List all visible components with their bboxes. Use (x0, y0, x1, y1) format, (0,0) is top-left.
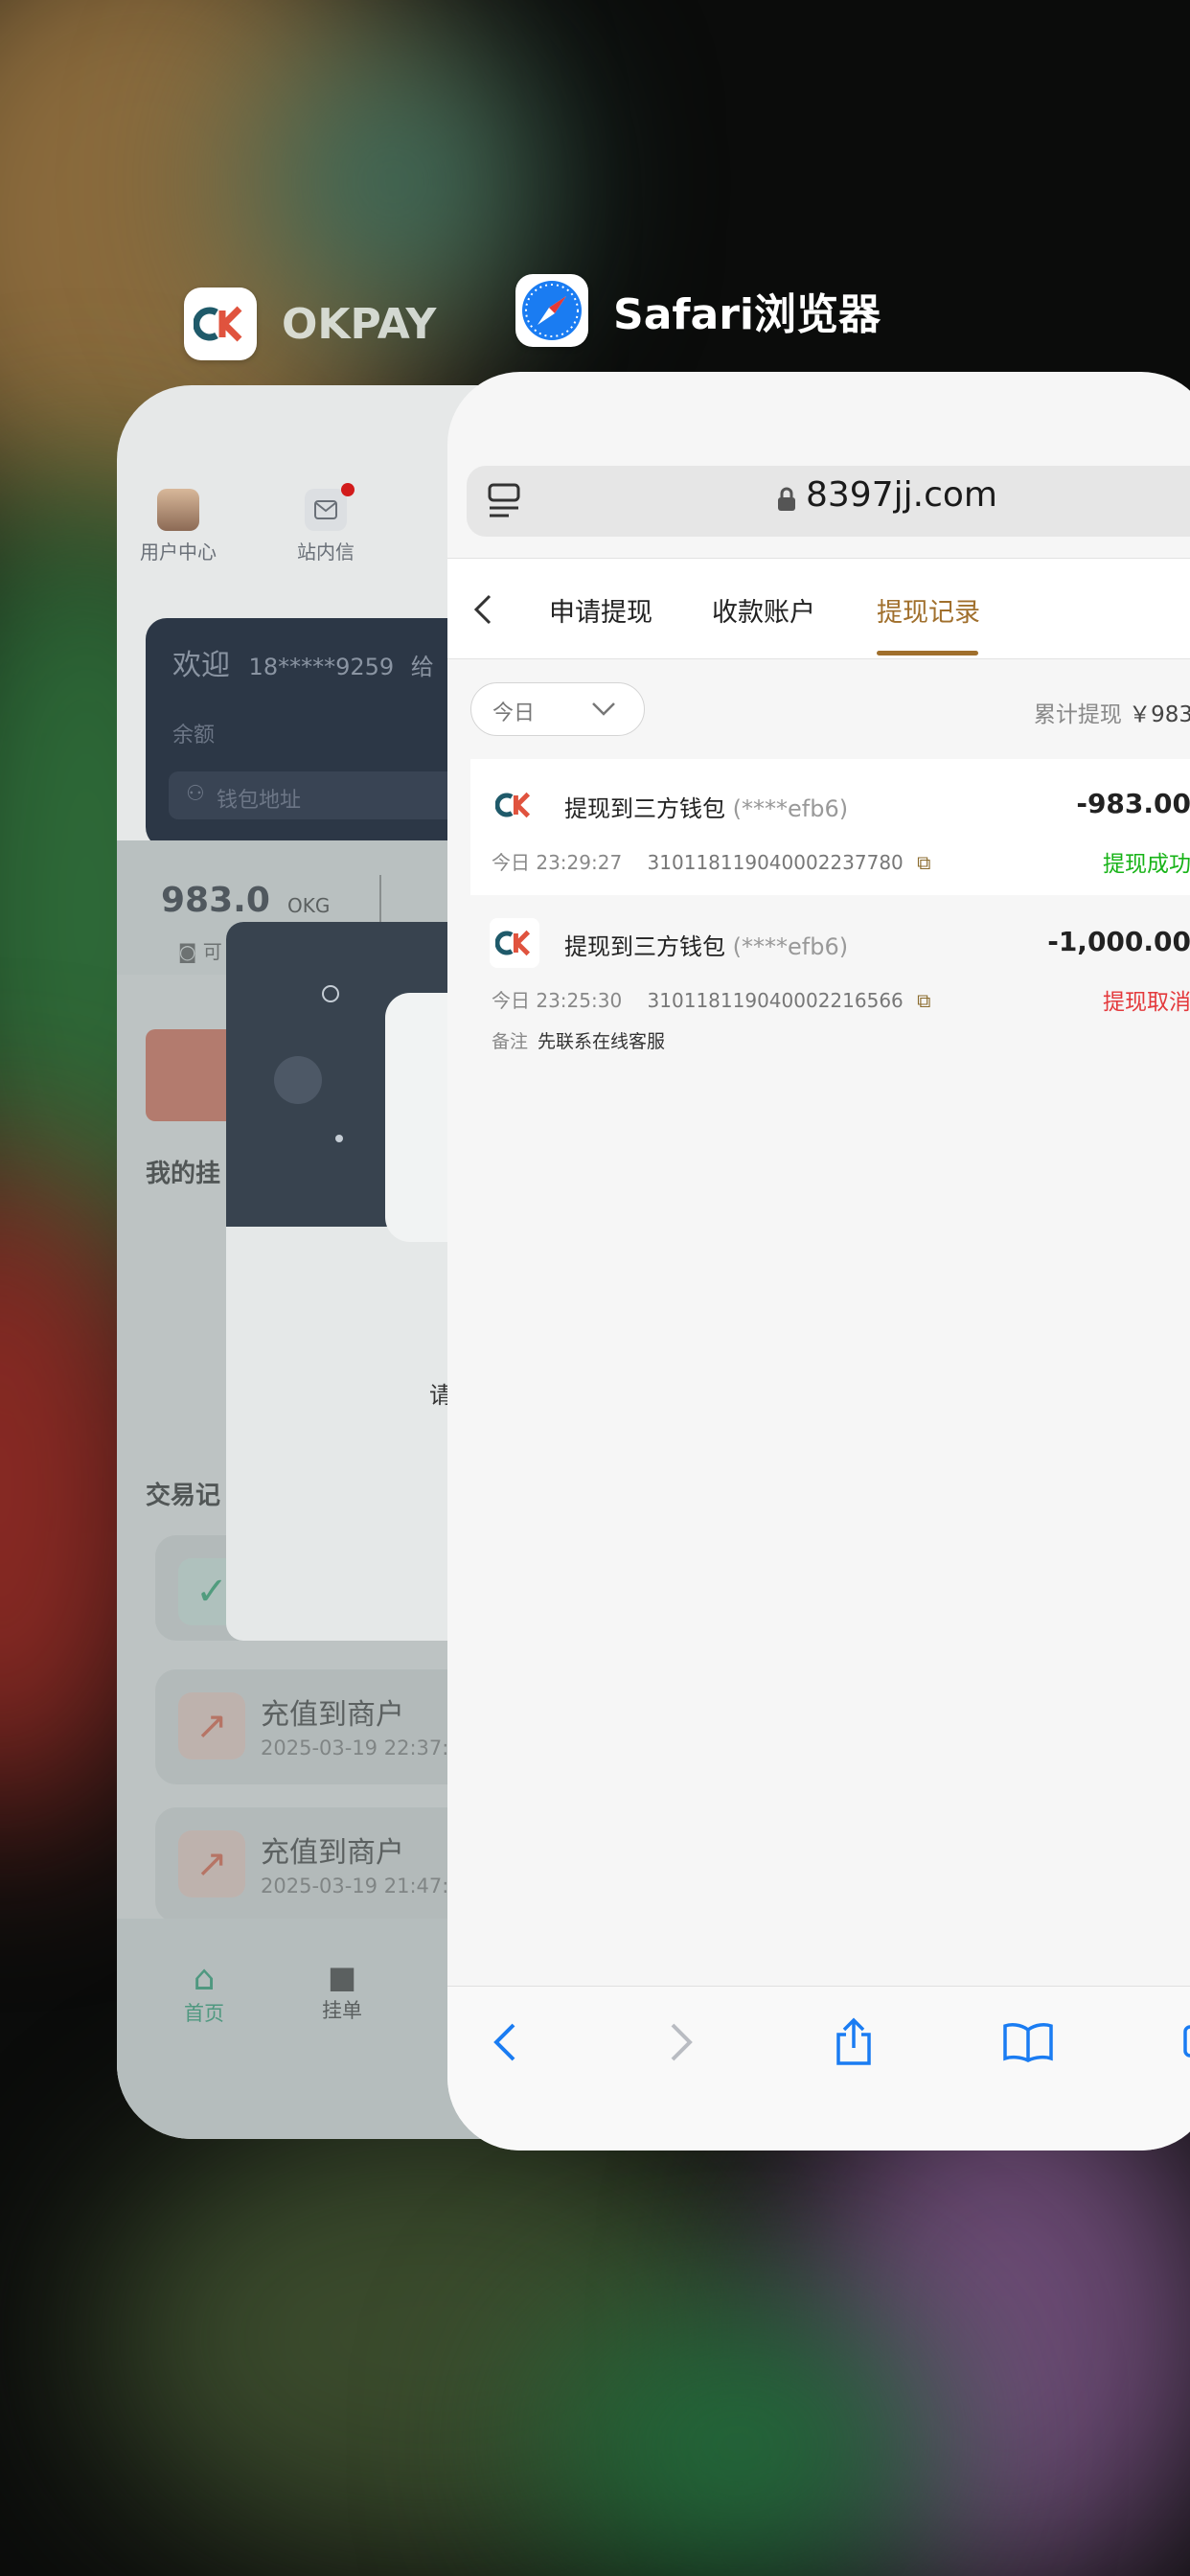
withdraw-record[interactable]: 提现到三方钱包 (****efb6) -983.00 今日 23:29:27 3… (470, 759, 1190, 895)
okpay-logo-icon (184, 288, 257, 360)
total-withdrawn: 累计提现 ￥983.0 (1034, 696, 1190, 728)
phone-number: 18*****9259 (248, 654, 395, 680)
tab-apply-withdraw[interactable]: 申请提现 (549, 591, 652, 629)
wallet-suffix: (****efb6) (732, 795, 849, 822)
total-amount: ￥983.0 (1129, 702, 1190, 727)
tabs-button[interactable] (1168, 2013, 1190, 2071)
avatar (157, 489, 199, 531)
person-icon: ⚇ (186, 782, 205, 806)
copy-icon[interactable]: ⧉ (917, 989, 930, 1012)
wallet-suffix: (****efb6) (732, 933, 849, 960)
active-tab-indicator (877, 651, 978, 656)
welcome-text: 欢迎 (172, 649, 230, 682)
withdraw-record[interactable]: 提现到三方钱包 (****efb6) -1,000.00 今日 23:25:30… (470, 897, 1190, 1052)
url-text: 8397jj.com (806, 475, 997, 515)
back-button[interactable] (476, 2013, 534, 2071)
lock-icon (777, 487, 796, 516)
order-id: 31011811904000221656​6 (647, 989, 904, 1012)
address-bar[interactable]: 8397jj.com (467, 466, 1190, 537)
safari-app-card[interactable]: 8397jj.com 申请提现 收款账户 提现记录 今日 累计提现 ￥983.0… (447, 372, 1190, 2150)
okpay-logo-icon (490, 918, 539, 968)
back-chevron-icon[interactable] (472, 593, 493, 630)
date-filter-select[interactable]: 今日 (470, 682, 645, 736)
order-id: 31011811904000223778​0 (647, 851, 904, 874)
safari-app-name: Safari浏览器 (613, 290, 881, 339)
mail-icon (305, 483, 355, 531)
record-title: 提现到三方钱包 (564, 933, 725, 960)
record-remark: 备注 先联系在线客服 (492, 1031, 666, 1052)
safari-toolbar (447, 1986, 1190, 2150)
page-tab-bar: 申请提现 收款账户 提现记录 (447, 558, 1190, 659)
status-badge: 提现成功 (1103, 852, 1190, 877)
copy-icon[interactable]: ⧉ (917, 851, 930, 874)
notification-dot (341, 483, 355, 496)
forward-button[interactable] (652, 2013, 710, 2071)
record-time: 今日 23:29:27 (492, 851, 623, 874)
status-badge: 提现取消 (1103, 990, 1190, 1015)
tab-withdraw-records[interactable]: 提现记录 (877, 591, 980, 629)
record-amount: -983.00 (1076, 788, 1190, 819)
record-amount: -1,000.00 (1047, 926, 1190, 957)
okpay-logo-icon (490, 780, 539, 830)
share-icon (836, 2017, 871, 2065)
record-title: 提现到三方钱包 (564, 795, 725, 822)
okpay-app-name: OKPAY (282, 299, 437, 349)
book-icon (1003, 2023, 1053, 2062)
bookmarks-button[interactable] (999, 2013, 1057, 2071)
tabs-icon (1183, 2025, 1190, 2058)
inbox-nav[interactable]: 站内信 (278, 483, 374, 564)
okpay-app-label[interactable]: OKPAY (184, 288, 436, 360)
chevron-down-icon (592, 702, 615, 716)
user-center-nav[interactable]: 用户中心 (130, 489, 226, 564)
share-button[interactable] (825, 2013, 882, 2071)
record-time: 今日 23:25:30 (492, 989, 623, 1012)
tab-receiving-account[interactable]: 收款账户 (712, 591, 815, 629)
safari-app-label[interactable]: Safari浏览器 (515, 274, 881, 347)
balance-label: 余额 (172, 724, 216, 748)
tabs-overview-icon[interactable] (488, 483, 520, 525)
safari-compass-icon (515, 274, 588, 347)
